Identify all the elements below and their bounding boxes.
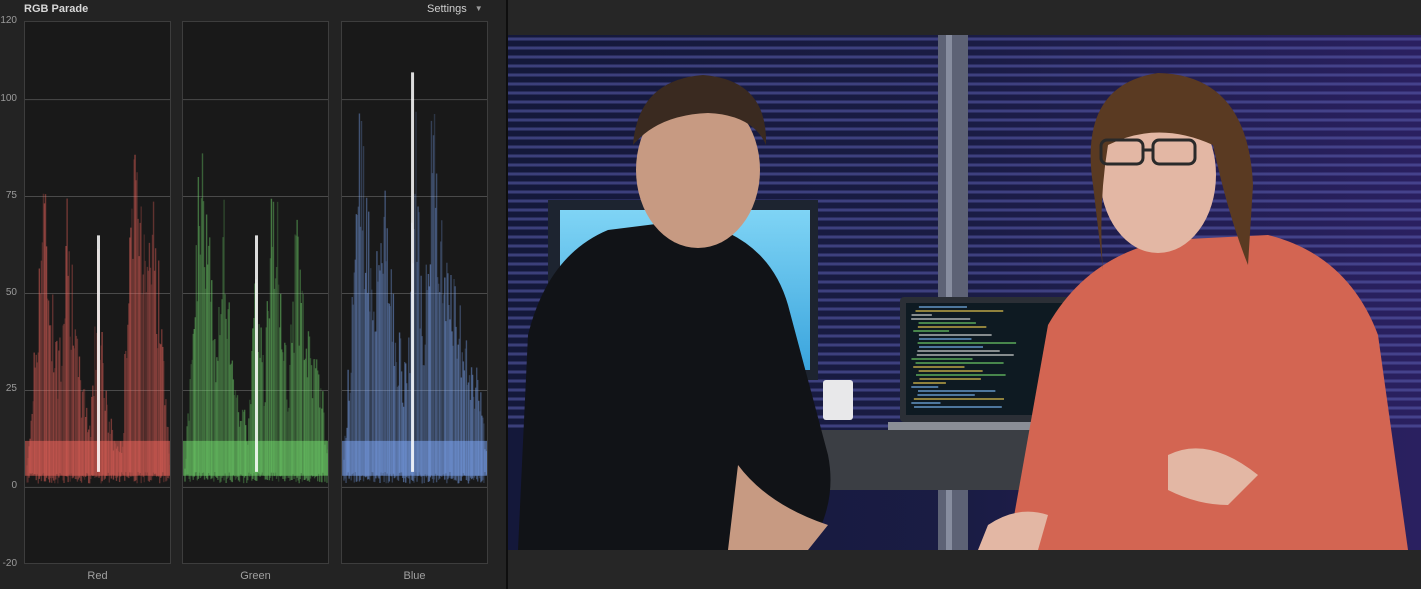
- red-waveform: [25, 99, 170, 488]
- blue-waveform: [342, 72, 487, 488]
- triangle-down-icon: ▼: [474, 4, 483, 13]
- green-channel-plot: [182, 21, 329, 564]
- red-channel-label: Red: [87, 570, 108, 582]
- waveform-dense-band: [342, 440, 487, 476]
- rgb-parade-panel: RGB Parade Settings ▼ 120 100 75 50 25 0 -20 Re…: [0, 0, 506, 589]
- y-tick-label: 75: [5, 189, 17, 201]
- green-waveform: [183, 99, 328, 488]
- video-frame[interactable]: [508, 35, 1421, 550]
- panel-title: RGB Parade: [24, 3, 89, 15]
- video-frame-image: [508, 35, 1421, 550]
- video-viewer: [508, 0, 1421, 589]
- green-channel-label: Green: [240, 570, 271, 582]
- y-tick-label: 120: [0, 15, 17, 26]
- blue-channel-label: Blue: [403, 570, 426, 582]
- y-tick-label: 100: [0, 92, 17, 104]
- y-tick-label: 25: [5, 383, 17, 395]
- y-tick-label: 0: [11, 480, 17, 492]
- y-tick-label: 50: [5, 286, 17, 298]
- y-tick-label: -20: [2, 558, 17, 569]
- red-channel-plot: [24, 21, 171, 564]
- settings-label: Settings: [427, 3, 467, 15]
- blue-channel-plot: [341, 21, 488, 564]
- settings-dropdown[interactable]: Settings ▼: [427, 3, 483, 15]
